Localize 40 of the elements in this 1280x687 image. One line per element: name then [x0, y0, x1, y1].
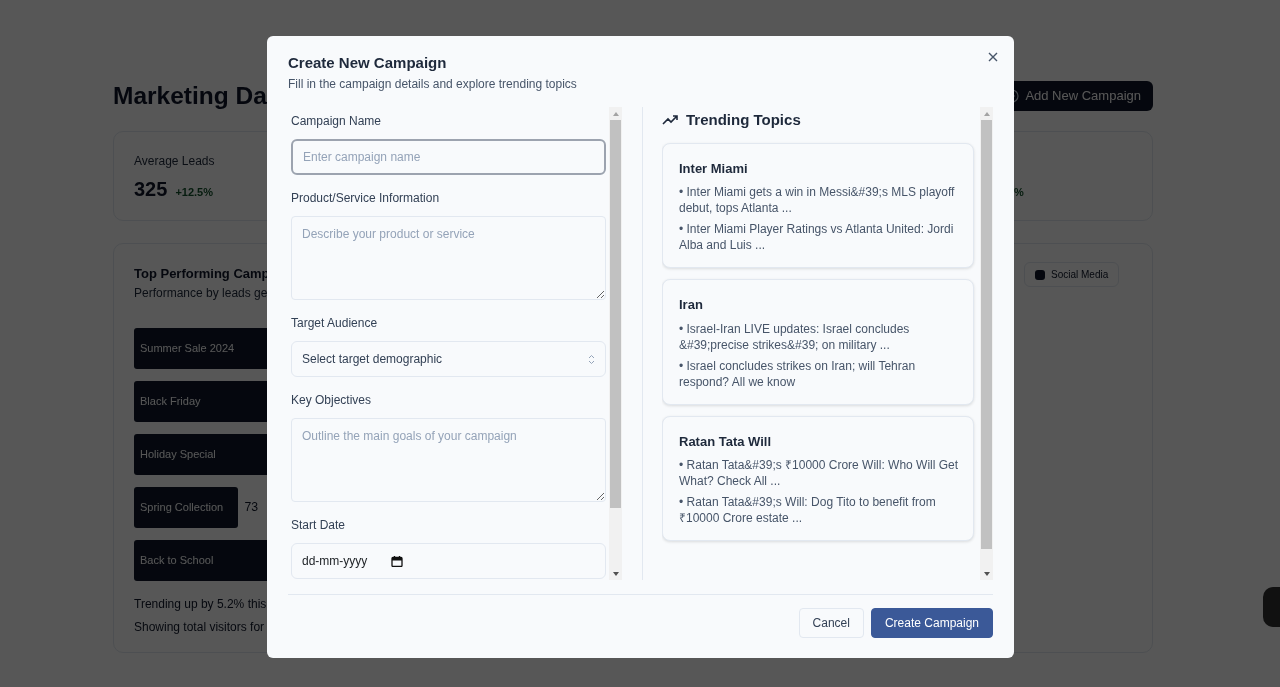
scrollbar[interactable] — [609, 107, 622, 580]
page-title: Marketing Da — [113, 81, 267, 111]
input-field[interactable]: Enter campaign name — [291, 139, 606, 175]
scroll-down-icon — [612, 571, 619, 576]
modal-subtitle: Fill in the campaign details and explore trending topics — [288, 76, 578, 93]
footer-text: Trending up by 5.2% this — [134, 595, 267, 613]
section-title: Trending Topics — [686, 110, 801, 130]
cancel-button[interactable]: Cancel — [798, 608, 864, 638]
select-field[interactable]: Select target demographic — [291, 341, 606, 377]
text-area[interactable]: Outline the main goals of your campaign — [291, 418, 606, 502]
field-label: Product/Service Information — [291, 190, 441, 207]
news-headline: • Inter Miami gets a win in Messi&#39;s MLS playoff debut, tops Atlanta ... — [679, 184, 956, 216]
modal-title: Create New Campaign — [288, 54, 448, 72]
trending-up-icon — [662, 114, 678, 127]
chart-bar: Spring Collection — [134, 486, 239, 528]
calendar-icon — [391, 555, 404, 567]
date-field[interactable]: dd-mm-yyyy — [291, 543, 606, 579]
field-label: Start Date — [291, 517, 347, 534]
topic-title: Inter Miami — [679, 159, 749, 178]
text-area[interactable]: Describe your product or service — [291, 216, 606, 300]
bar-value: 73 — [244, 498, 258, 516]
chevron-icon — [588, 353, 595, 365]
field-label: Campaign Name — [291, 113, 383, 130]
stat-value: 325 — [134, 177, 168, 202]
create-button[interactable]: Create Campaign — [870, 608, 993, 638]
news-headline: • Ratan Tata&#39;s Will: Dog Tito to benefit from ₹10000 Crore estate ... — [679, 494, 937, 526]
scroll-up-icon — [983, 111, 990, 116]
close-icon[interactable] — [987, 51, 999, 63]
scroll-down-icon — [983, 571, 990, 576]
stat-change: +12.5% — [175, 185, 213, 200]
stat-label: Average Leads — [134, 153, 215, 170]
floating-button[interactable] — [1263, 587, 1280, 627]
footer-text: Showing total visitors for — [134, 618, 265, 636]
stat-change: % — [1014, 185, 1024, 200]
scroll-up-icon — [612, 111, 619, 116]
news-headline: • Inter Miami Player Ratings vs Atlanta United: Jordi Alba and Luis ... — [679, 221, 955, 253]
scrollbar[interactable] — [980, 107, 993, 580]
field-label: Key Objectives — [291, 392, 373, 409]
topic-title: Iran — [679, 296, 704, 314]
card-subtitle: Performance by leads ge — [134, 284, 268, 302]
